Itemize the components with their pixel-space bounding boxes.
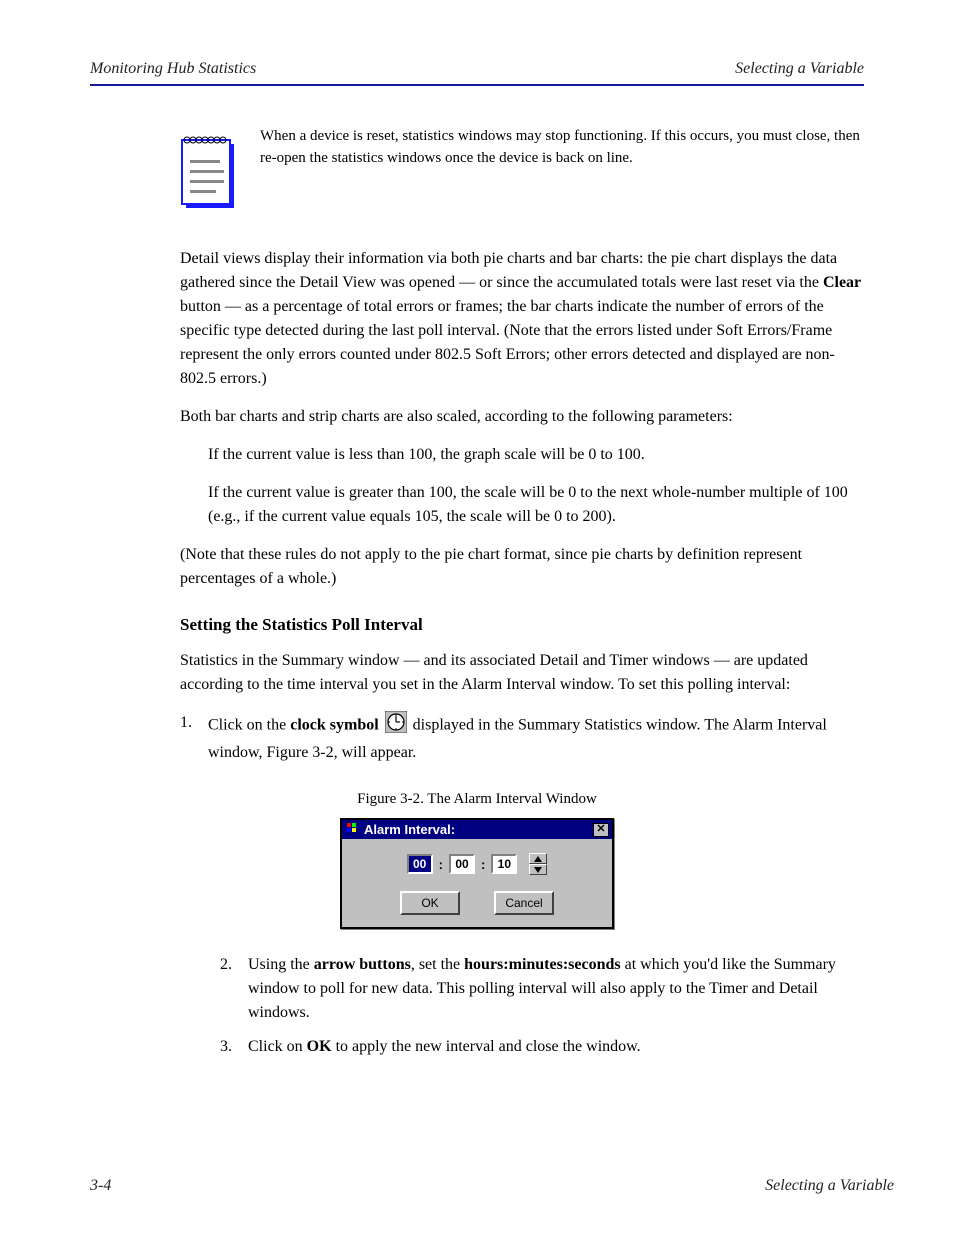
- hours-field[interactable]: 00: [407, 854, 433, 874]
- step-3: 3. Click on OK to apply the new interval…: [220, 1035, 864, 1059]
- step-1-num: 1.: [180, 711, 208, 735]
- dialog-title: Alarm Interval:: [364, 822, 455, 837]
- colon-1: :: [439, 857, 443, 872]
- seconds-field[interactable]: 10: [491, 854, 517, 874]
- step-3-pre: Click on: [248, 1038, 307, 1055]
- spin-down-button[interactable]: [529, 864, 547, 875]
- spin-up-button[interactable]: [529, 853, 547, 864]
- note-block: When a device is reset, statistics windo…: [180, 126, 864, 217]
- after-figure-steps: 2. Using the arrow buttons, set the hour…: [220, 953, 864, 1059]
- colon-2: :: [481, 857, 485, 872]
- setting-intro: Statistics in the Summary window — and i…: [180, 649, 864, 697]
- step-2-num: 2.: [220, 953, 248, 977]
- step-2-pre: Using the: [248, 956, 314, 973]
- page-header: Monitoring Hub Statistics Selecting a Va…: [90, 60, 864, 78]
- step-2-time-format: hours:minutes:seconds: [464, 956, 620, 973]
- detail-paragraph: Detail views display their information v…: [180, 247, 864, 391]
- figure-caption: Figure 3-2. The Alarm Interval Window: [90, 791, 864, 808]
- detail-pre: Detail views display their information v…: [180, 250, 837, 291]
- minutes-field[interactable]: 00: [449, 854, 475, 874]
- detail-bold-clear: Clear: [823, 274, 861, 291]
- close-icon[interactable]: ✕: [593, 823, 609, 837]
- step-3-ok: OK: [307, 1038, 332, 1055]
- dialog-wrap: Alarm Interval: ✕ 00 : 00 : 10: [90, 818, 864, 929]
- notepad-icon: [180, 132, 236, 217]
- setting-heading: Setting the Statistics Poll Interval: [180, 615, 864, 635]
- step-2-arrow-buttons: arrow buttons: [314, 956, 411, 973]
- cancel-button[interactable]: Cancel: [494, 891, 554, 915]
- steps-list: 1. Click on the clock symbol: [180, 711, 864, 765]
- ok-button[interactable]: OK: [400, 891, 460, 915]
- note-text: When a device is reset, statistics windo…: [260, 126, 864, 170]
- step-2: 2. Using the arrow buttons, set the hour…: [220, 953, 864, 1025]
- step-3-num: 3.: [220, 1035, 248, 1059]
- detail-post: button — as a percentage of total errors…: [180, 298, 835, 387]
- step-2-mid: , set the: [411, 956, 464, 973]
- time-spinner[interactable]: [529, 853, 547, 875]
- step-1: 1. Click on the clock symbol: [180, 711, 864, 765]
- footer-left: 3-4: [90, 1177, 111, 1195]
- header-left: Monitoring Hub Statistics: [90, 60, 256, 78]
- dialog-app-icon: [346, 822, 360, 837]
- range-b: If the current value is greater than 100…: [208, 481, 864, 529]
- page-footer: 3-4 Selecting a Variable: [90, 1177, 894, 1195]
- range-a: If the current value is less than 100, t…: [208, 443, 864, 467]
- step-1-pre: Click on the: [208, 717, 290, 734]
- step-3-post: to apply the new interval and close the …: [332, 1038, 641, 1055]
- clock-icon: [385, 711, 407, 741]
- step-1-bold-clock: clock symbol: [290, 717, 378, 734]
- footer-right: Selecting a Variable: [765, 1177, 894, 1195]
- header-rule: [90, 84, 864, 86]
- ranges-intro: Both bar charts and strip charts are als…: [180, 405, 864, 429]
- header-right: Selecting a Variable: [735, 60, 864, 78]
- dialog-titlebar[interactable]: Alarm Interval: ✕: [342, 820, 612, 839]
- chart-format-note: (Note that these rules do not apply to t…: [180, 543, 864, 591]
- time-row: 00 : 00 : 10: [352, 853, 602, 875]
- alarm-interval-dialog: Alarm Interval: ✕ 00 : 00 : 10: [340, 818, 614, 929]
